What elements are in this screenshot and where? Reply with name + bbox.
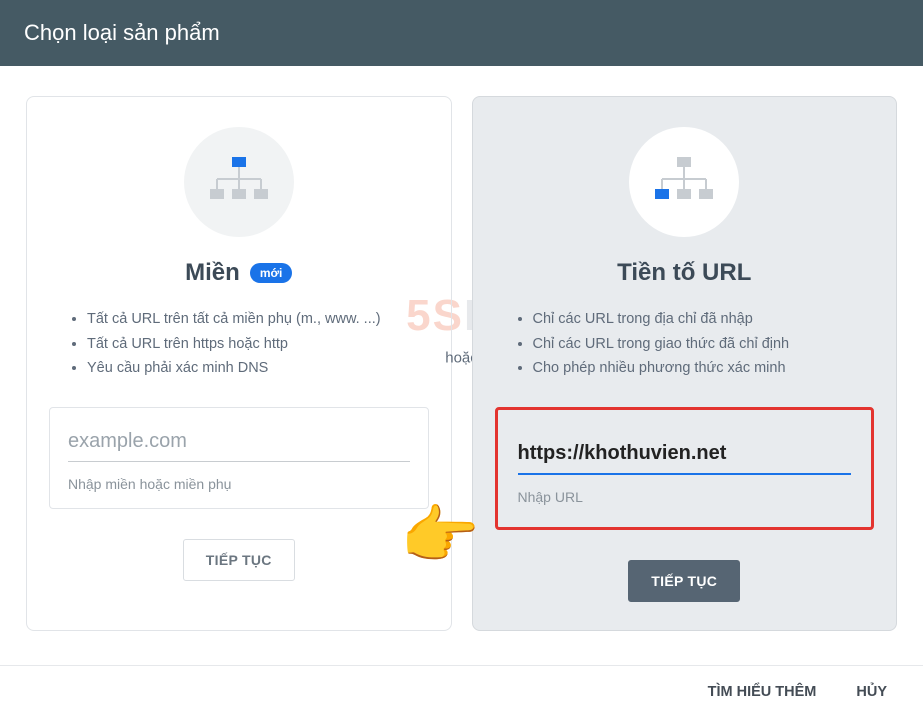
domain-helper-text: Nhập miền hoặc miền phụ	[68, 476, 410, 492]
domain-input-box: Nhập miền hoặc miền phụ	[49, 407, 429, 509]
new-badge: mới	[250, 263, 293, 283]
domain-title-row: Miền mới	[185, 259, 292, 287]
cancel-button[interactable]: HỦY	[856, 684, 887, 700]
url-prefix-title: Tiền tố URL	[617, 259, 751, 287]
property-type-url-prefix-card[interactable]: Tiền tố URL Chỉ các URL trong địa chỉ đã…	[472, 96, 898, 631]
dialog-header: Chọn loại sản phẩm	[0, 0, 923, 66]
dialog-body: 5SMEDIA .net Miền mới Tất cả URL trên tấ…	[0, 66, 923, 651]
url-prefix-bullets: Chỉ các URL trong địa chỉ đã nhập Chỉ cá…	[495, 307, 875, 381]
learn-more-link[interactable]: TÌM HIỂU THÊM	[708, 684, 817, 700]
property-type-domain-card[interactable]: Miền mới Tất cả URL trên tất cả miền phụ…	[26, 96, 452, 631]
list-item: Tất cả URL trên https hoặc http	[87, 332, 429, 357]
dialog-title: Chọn loại sản phẩm	[24, 20, 220, 45]
list-item: Chỉ các URL trong địa chỉ đã nhập	[533, 307, 875, 332]
domain-bullets: Tất cả URL trên tất cả miền phụ (m., www…	[49, 307, 429, 381]
list-item: Yêu cầu phải xác minh DNS	[87, 356, 429, 381]
url-prefix-helper-text: Nhập URL	[518, 489, 852, 505]
url-prefix-input-box: Nhập URL	[495, 407, 875, 530]
domain-input[interactable]	[68, 426, 410, 462]
url-prefix-title-row: Tiền tố URL	[617, 259, 751, 287]
url-prefix-input[interactable]	[518, 438, 852, 475]
domain-continue-button[interactable]: TIẾP TỤC	[183, 539, 295, 581]
list-item: Tất cả URL trên tất cả miền phụ (m., www…	[87, 307, 429, 332]
domain-title: Miền	[185, 259, 240, 287]
domain-icon	[184, 127, 294, 237]
url-prefix-icon	[629, 127, 739, 237]
url-prefix-continue-button[interactable]: TIẾP TỤC	[628, 560, 740, 602]
list-item: Cho phép nhiều phương thức xác minh	[533, 356, 875, 381]
dialog-footer: TÌM HIỂU THÊM HỦY	[0, 665, 923, 718]
list-item: Chỉ các URL trong giao thức đã chỉ định	[533, 332, 875, 357]
